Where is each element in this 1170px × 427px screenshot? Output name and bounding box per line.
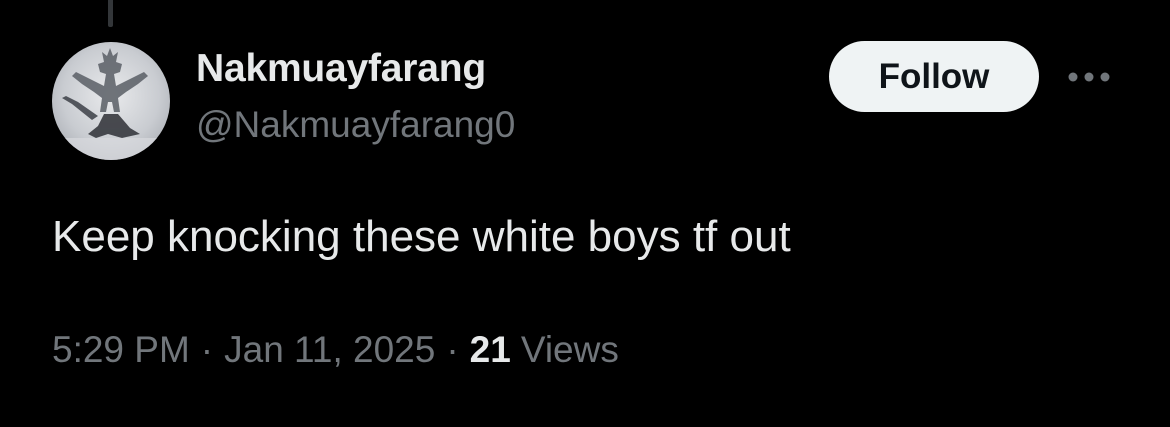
meta-separator: · [446, 329, 459, 370]
views-count[interactable]: 21 [470, 329, 511, 371]
more-horizontal-icon [1068, 72, 1110, 82]
avatar[interactable] [52, 42, 170, 160]
follow-button[interactable]: Follow [829, 41, 1039, 112]
tweet-text: Keep knocking these white boys tf out [52, 212, 791, 261]
views-label[interactable]: Views [521, 329, 619, 371]
avatar-image [52, 48, 170, 160]
tweet-date[interactable]: Jan 11, 2025 [224, 329, 435, 371]
tweet-time[interactable]: 5:29 PM [52, 329, 190, 371]
author-handle[interactable]: @Nakmuayfarang0 [196, 104, 515, 146]
more-options-button[interactable] [1064, 60, 1114, 94]
author-display-name[interactable]: Nakmuayfarang [196, 47, 486, 91]
meta-separator: · [200, 329, 214, 370]
tweet-meta: 5:29 PM · Jan 11, 2025 · 21 Views [52, 329, 619, 371]
thread-connector-line [108, 0, 113, 27]
